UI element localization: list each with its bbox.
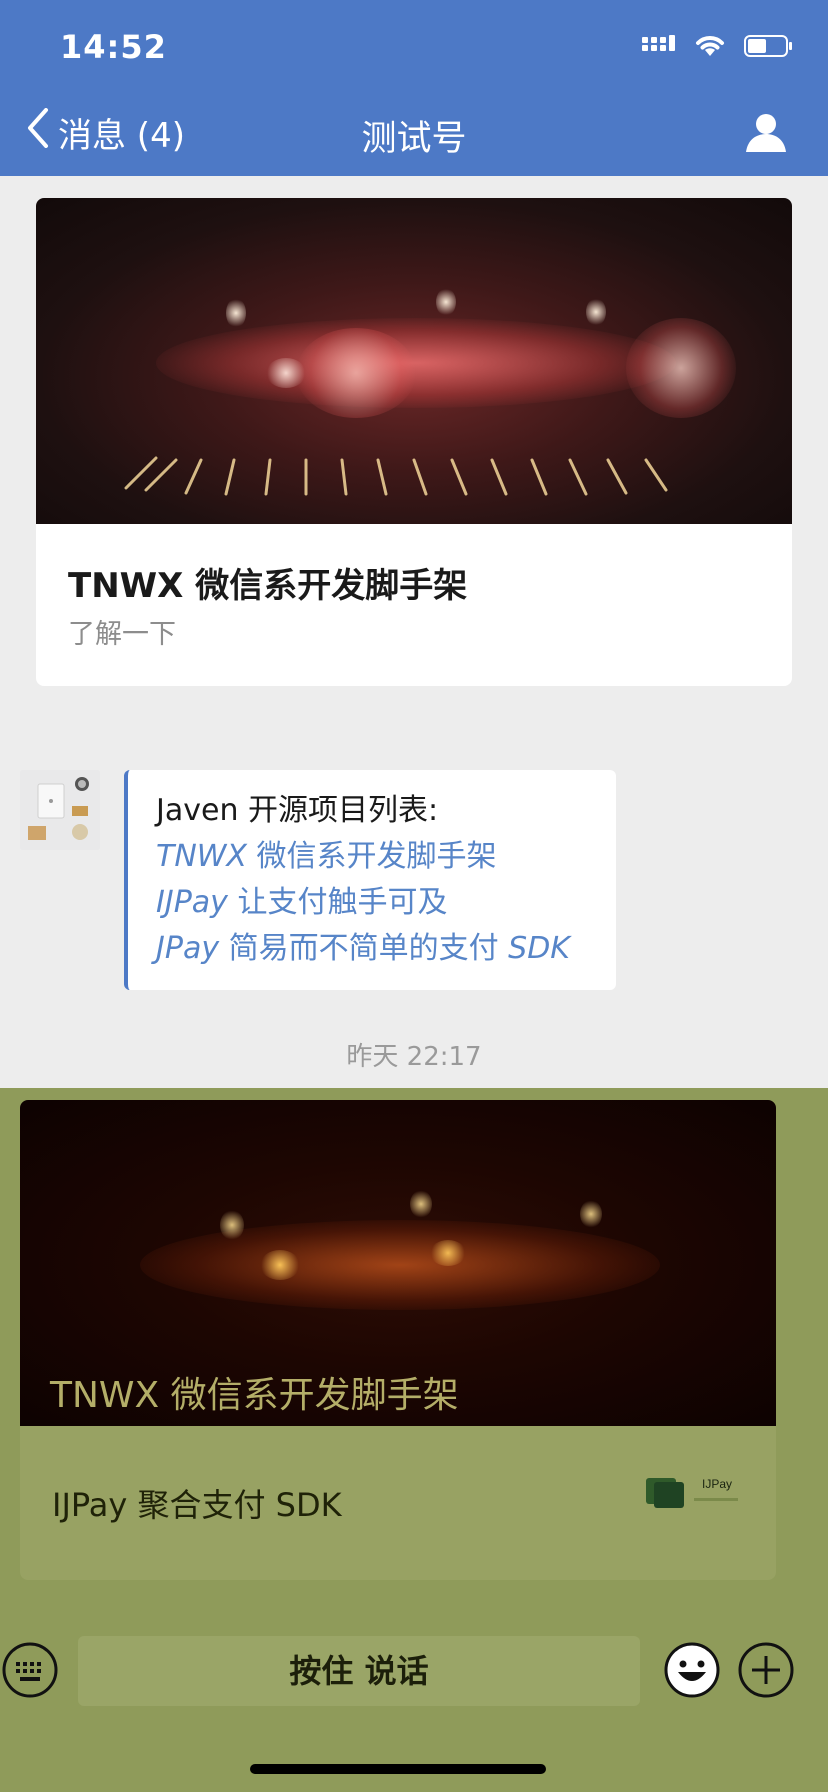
keyboard-button[interactable] xyxy=(0,1640,60,1700)
article-card-multi[interactable]: TNWX 微信系开发脚手架 IJPay 聚合支付 SDK IJPay xyxy=(20,1100,776,1580)
profile-button[interactable] xyxy=(744,112,788,152)
link-desc[interactable]: 让支付触手可及 xyxy=(228,885,447,920)
wifi-icon xyxy=(694,34,726,62)
ijpay-logo-icon: IJPay xyxy=(646,1472,742,1512)
message-link-jpay[interactable]: JPay 简易而不简单的支付 SDK xyxy=(156,926,616,972)
message-link-ijpay[interactable]: IJPay 让支付触手可及 xyxy=(156,880,616,926)
keyboard-icon xyxy=(0,1642,60,1704)
message-intro: Javen 开源项目列表: xyxy=(156,793,439,828)
svg-text:IJPay: IJPay xyxy=(702,1477,732,1491)
article-card[interactable]: TNWX 微信系开发脚手架 了解一下 xyxy=(36,198,792,686)
article-cover-image xyxy=(36,198,792,524)
avatar[interactable] xyxy=(20,770,100,850)
sub-article-title[interactable]: IJPay 聚合支付 SDK xyxy=(52,1480,342,1526)
article-cover-image: TNWX 微信系开发脚手架 xyxy=(20,1100,776,1426)
header-bar: 14:52 消息 (4) 测试号 xyxy=(0,0,828,176)
timestamp: 昨天 22:17 xyxy=(346,1042,482,1072)
message-bubble: Javen 开源项目列表: TNWX 微信系开发脚手架 IJPay 让支付触手可… xyxy=(124,770,616,990)
link-desc[interactable]: 微信系开发脚手架 xyxy=(247,839,497,874)
hold-to-talk-button[interactable]: 按住 说话 xyxy=(78,1636,640,1706)
link-name[interactable]: TNWX xyxy=(156,839,247,874)
cover-title: TNWX 微信系开发脚手架 xyxy=(50,1375,459,1416)
message-link-tnwx[interactable]: TNWX 微信系开发脚手架 xyxy=(156,834,616,880)
article-subtitle: 了解一下 xyxy=(68,619,176,650)
link-desc[interactable]: 简易而不简单的支付 xyxy=(219,931,508,966)
emoji-icon xyxy=(662,1642,722,1704)
person-icon xyxy=(744,114,788,156)
link-name[interactable]: IJPay xyxy=(156,885,228,920)
article-title: TNWX 微信系开发脚手架 xyxy=(68,566,468,606)
home-indicator xyxy=(250,1764,546,1774)
battery-icon xyxy=(744,34,794,62)
emoji-button[interactable] xyxy=(662,1640,722,1700)
plus-icon xyxy=(736,1642,796,1704)
signal-icon xyxy=(642,35,676,61)
status-icons xyxy=(642,34,794,62)
input-bar: 按住 说话 xyxy=(0,1620,828,1792)
more-button[interactable] xyxy=(736,1640,796,1700)
link-suffix[interactable]: SDK xyxy=(508,931,570,966)
link-name[interactable]: JPay xyxy=(156,931,219,966)
page-title: 测试号 xyxy=(361,119,467,159)
status-time: 14:52 xyxy=(60,28,167,66)
